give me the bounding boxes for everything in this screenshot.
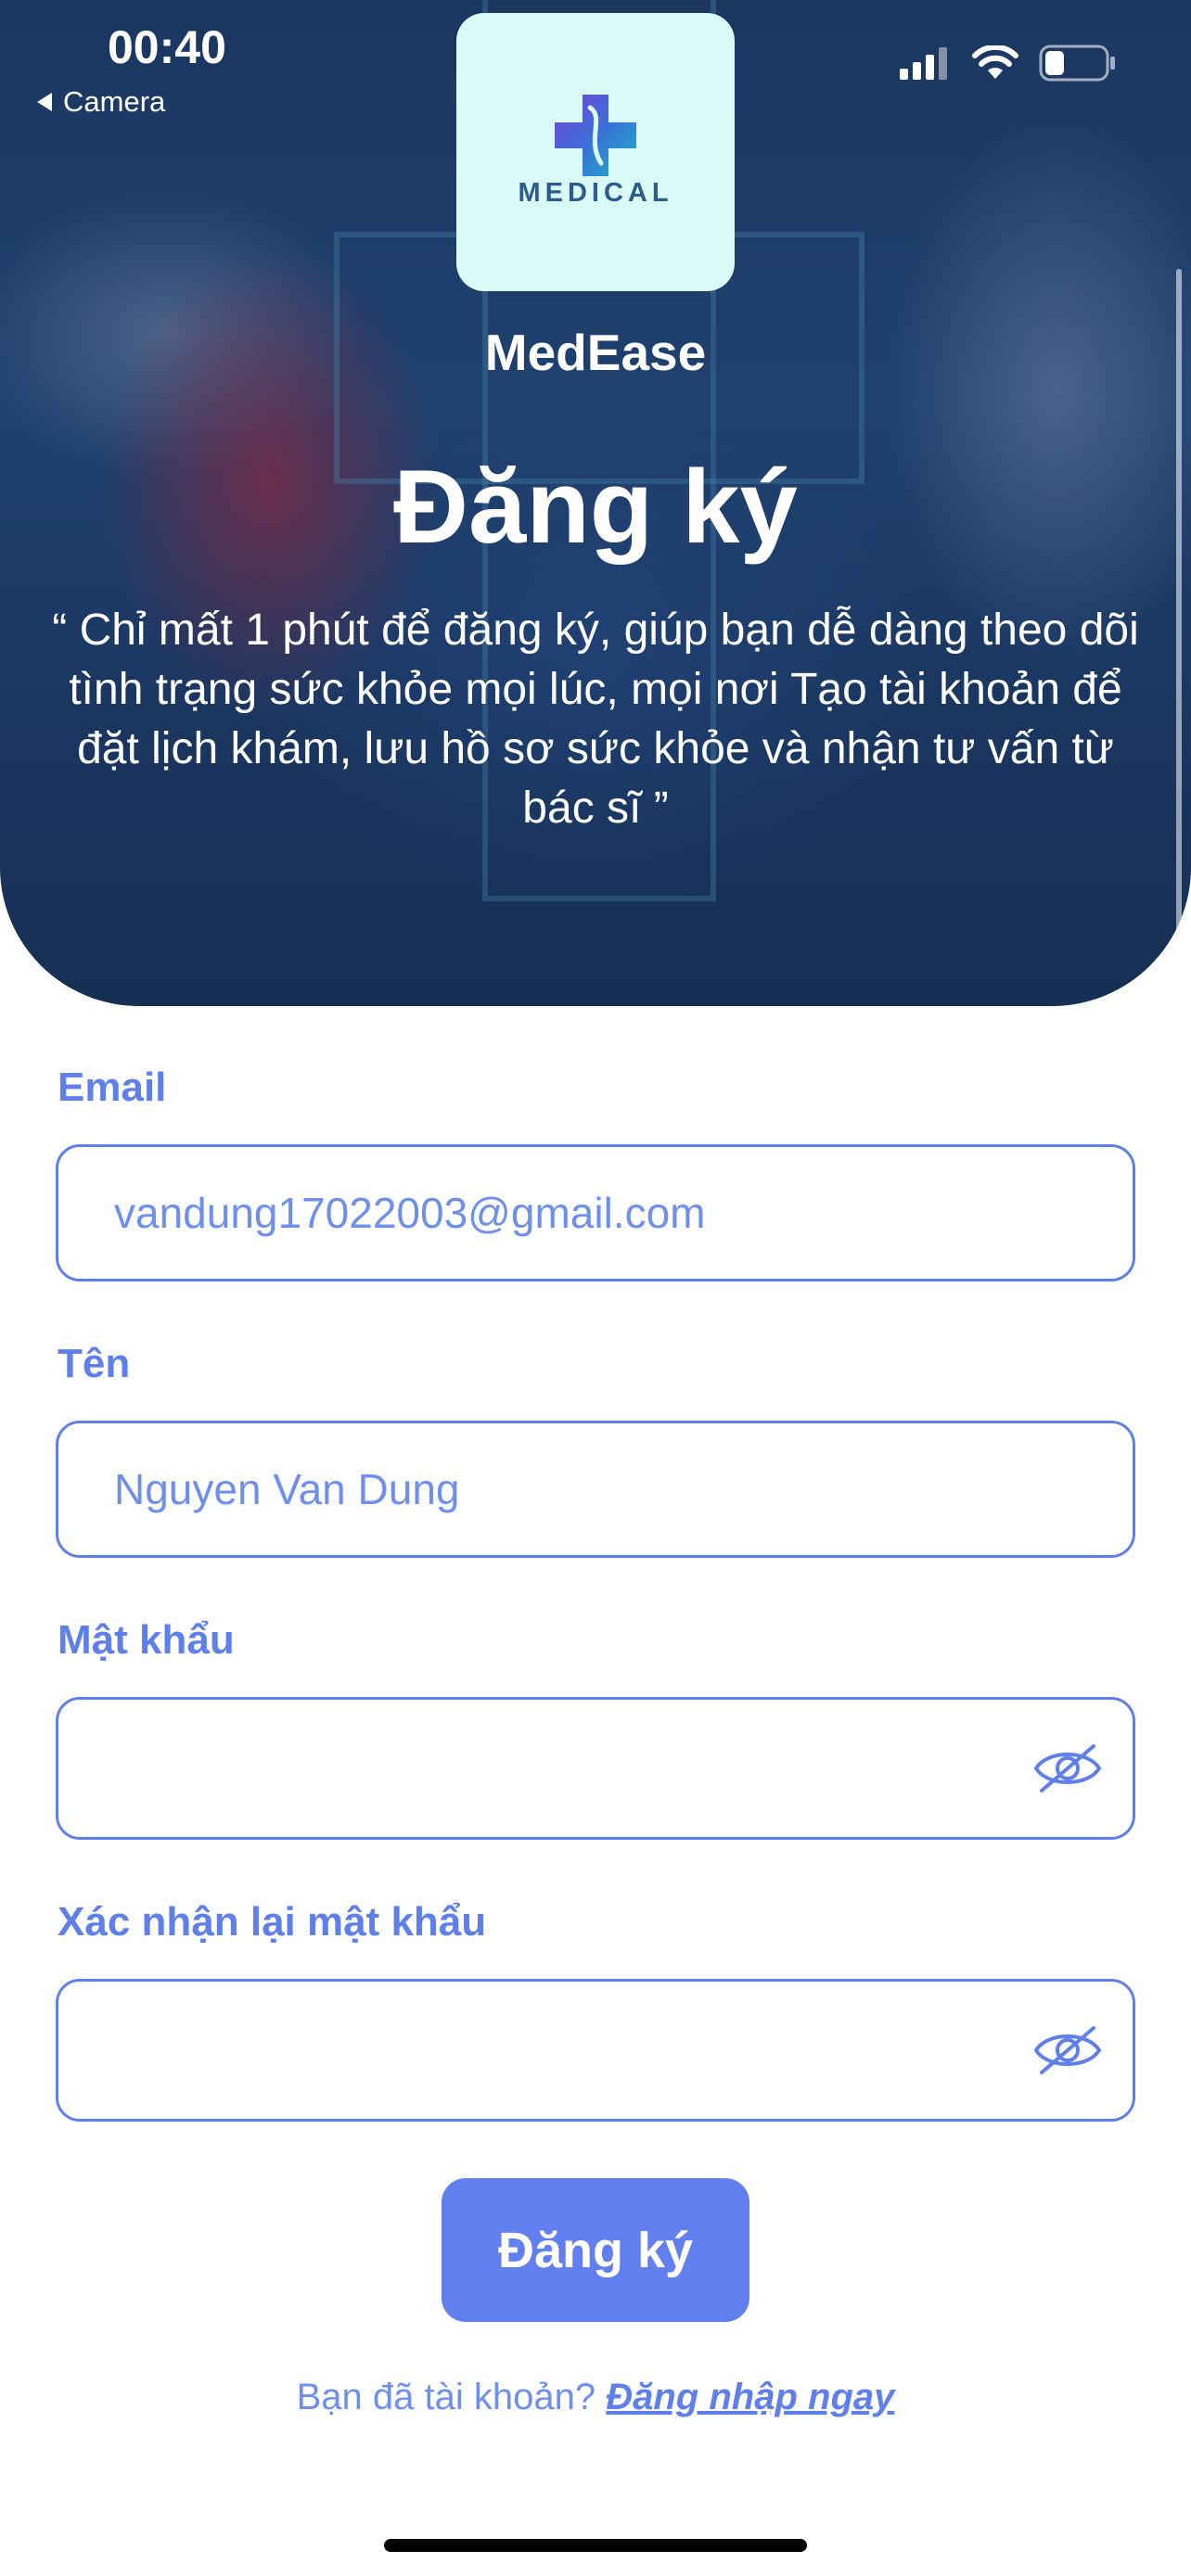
page-title: Đăng ký	[393, 449, 798, 565]
eye-slash-icon	[1033, 2026, 1102, 2074]
login-prompt-row: Bạn đã tài khoản? Đăng nhập ngay	[0, 2377, 1191, 2418]
login-link[interactable]: Đăng nhập ngay	[606, 2377, 894, 2417]
tagline: “ Chỉ mất 1 phút để đăng ký, giúp bạn dễ…	[52, 606, 1139, 833]
signal-icon	[900, 47, 947, 80]
back-to-camera[interactable]: Camera	[35, 85, 165, 119]
login-prompt: Bạn đã tài khoản?	[296, 2377, 596, 2417]
eye-slash-icon	[1033, 1744, 1102, 1792]
email-field-box	[56, 1144, 1135, 1282]
home-indicator[interactable]	[384, 2539, 807, 2552]
app-name: MedEase	[484, 324, 707, 381]
name-label: Tên	[58, 1341, 131, 1386]
register-button[interactable]: Đăng ký	[442, 2178, 749, 2322]
medical-cross-icon	[555, 95, 636, 176]
email-input[interactable]	[114, 1147, 1005, 1279]
password-input[interactable]	[114, 1700, 1005, 1837]
logo-text: MEDICAL	[518, 178, 673, 208]
email-label: Email	[58, 1065, 167, 1110]
status-icons	[900, 45, 1117, 82]
back-triangle-icon	[37, 93, 52, 111]
name-input[interactable]	[114, 1423, 1005, 1555]
password-label: Mật khẩu	[58, 1617, 235, 1663]
status-time: 00:40	[108, 21, 226, 73]
confirm-password-field-box	[56, 1979, 1135, 2122]
name-field-box	[56, 1421, 1135, 1558]
confirm-password-input[interactable]	[114, 1982, 1005, 2119]
password-visibility-toggle[interactable]	[1031, 1741, 1105, 1796]
confirm-password-label: Xác nhận lại mật khẩu	[58, 1899, 487, 1945]
back-label: Camera	[63, 85, 166, 118]
battery-icon	[1039, 45, 1115, 82]
app-logo: MEDICAL	[456, 13, 735, 291]
confirm-password-visibility-toggle[interactable]	[1031, 2022, 1105, 2078]
wifi-icon	[972, 45, 1018, 79]
password-field-box	[56, 1697, 1135, 1840]
